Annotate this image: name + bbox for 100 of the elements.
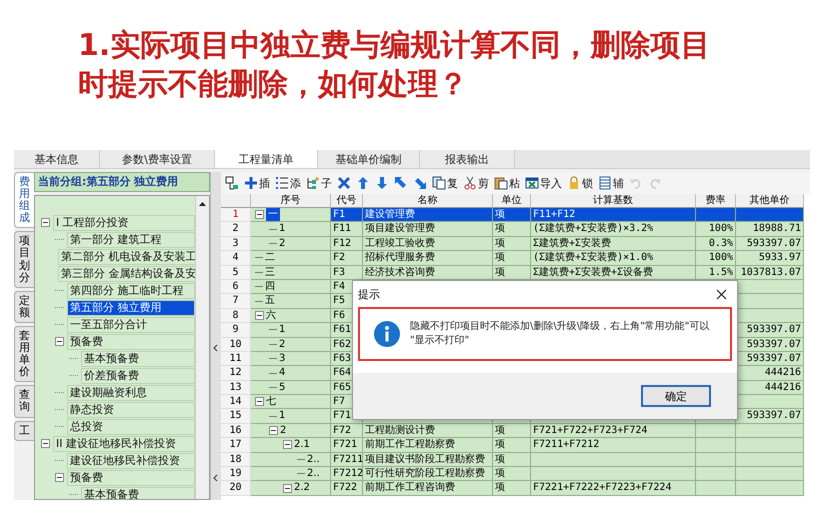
table-cell: F7211 [331, 452, 363, 468]
side-tab[interactable]: 工 [14, 420, 34, 441]
table-cell: F11+F12 [531, 208, 696, 222]
row-number: 16 [221, 424, 251, 438]
table-cell: 前期工作工程勘察费 [363, 438, 493, 453]
table-cell: F7212 [331, 467, 363, 482]
table-cell: F12 [331, 236, 363, 252]
table-cell: 项 [493, 208, 531, 222]
side-tab[interactable]: 费用组成 [14, 172, 34, 228]
table-cell: 2.. [307, 452, 320, 466]
table-cell: 2 [279, 338, 286, 351]
table-cell: 六 [266, 308, 276, 322]
table-cell: 项目建议书阶段工程勘察费 [363, 452, 493, 468]
table-cell: 18988.71 [736, 222, 804, 237]
table-cell: F72 [331, 424, 363, 438]
tree-item[interactable]: 第四部分 施工临时工程 [67, 282, 195, 298]
row-number: 10 [221, 338, 251, 352]
toolbar-button[interactable]: 插 [243, 174, 271, 192]
table-cell: F2 [331, 251, 363, 266]
table-cell: 2 [280, 424, 286, 438]
table-cell: 项 [493, 424, 531, 438]
table-cell: F7221+F7222+F7223+F7224 [531, 481, 696, 496]
tab[interactable]: 报表输出 [420, 150, 515, 168]
tree-item[interactable]: 静态投资 [67, 402, 195, 418]
table-cell: 593397.07 [736, 236, 804, 252]
table-cell: 项 [493, 222, 531, 237]
row-number: 5 [221, 266, 251, 280]
table-cell: 1 [279, 409, 286, 423]
table-cell: (Σ建筑费+Σ安装费)×1.0% [531, 251, 696, 266]
tree-item[interactable]: 一至五部分合计 [67, 316, 195, 332]
row-number: 19 [221, 467, 251, 482]
dialog-message: 隐藏不打印项目时不能添加\删除\升级\降级，右上角"常用功能"可以 "显示不打印" [410, 320, 710, 348]
row-number: 12 [221, 366, 251, 381]
row-number: 13 [221, 380, 251, 396]
table-cell: Σ建筑费+Σ安装费 [531, 236, 696, 252]
tree-item[interactable]: 第一部分 建筑工程 [67, 232, 195, 248]
tab[interactable]: 基本信息 [14, 150, 100, 168]
tree-item[interactable]: 总投资 [67, 418, 195, 434]
tree-item[interactable]: II 建设征地移民补偿投资 [53, 436, 195, 452]
tree-item[interactable]: I 工程部分投资 [53, 214, 195, 230]
tree-item[interactable]: 建设征地移民补偿投资 [67, 452, 195, 468]
table-cell: 4 [279, 366, 286, 380]
toolbar-button[interactable]: 子 [305, 174, 333, 192]
table-cell: 1037813.07 [736, 266, 804, 280]
table-cell: 0.3% [696, 236, 736, 252]
table-cell: 5933.97 [736, 251, 804, 266]
row-number: 3 [221, 236, 251, 252]
row-number: 15 [221, 409, 251, 424]
toolbar-button[interactable]: 锁 [566, 174, 594, 192]
side-tab[interactable]: 套用单价 [14, 326, 34, 382]
group-header: 当前分组:第五部分 独立费用 [34, 172, 210, 192]
ok-button[interactable]: 确定 [641, 385, 711, 407]
row-number: 2 [221, 222, 251, 237]
toolbar-button[interactable]: 导入 [524, 174, 563, 192]
table-cell: 3 [279, 352, 286, 366]
toolbar-button[interactable]: 添 [274, 174, 302, 192]
tree-item[interactable]: 建设期融资利息 [67, 384, 195, 400]
table-cell: 100% [696, 251, 736, 266]
row-number: 7 [221, 294, 251, 309]
table-cell: 四 [265, 280, 275, 294]
table-cell: 100% [696, 222, 736, 237]
tree-item[interactable]: 基本预备费 [81, 350, 195, 366]
table-cell: 2.. [307, 467, 320, 480]
row-number: 8 [221, 308, 251, 324]
row-number: 14 [221, 395, 251, 410]
toolbar-button[interactable]: 粘 [493, 174, 521, 192]
table-cell: 2.2 [294, 481, 310, 495]
row-number: 6 [221, 280, 251, 294]
table-cell: F722 [331, 481, 363, 496]
tree-item[interactable]: 第五部分 独立费用 [67, 300, 195, 316]
row-number: 18 [221, 452, 251, 468]
table-cell: 1 [279, 222, 286, 236]
table-cell: 前期工作工程咨询费 [363, 481, 493, 496]
table-cell: 五 [265, 294, 275, 308]
toolbar-button[interactable]: 辅 [597, 174, 625, 192]
table-cell: 项 [493, 438, 531, 453]
table-cell: 5 [279, 380, 286, 394]
table-cell: 工程竣工验收费 [363, 236, 493, 252]
toolbar-button[interactable]: 剪 [462, 174, 490, 192]
tree-item[interactable]: 价差预备费 [81, 368, 195, 384]
tree-item[interactable]: 基本预备费 [81, 486, 195, 499]
toolbar-button[interactable]: 复 [431, 174, 459, 192]
tab[interactable]: 基础单价编制 [318, 150, 420, 168]
row-number: 17 [221, 438, 251, 453]
row-number: 11 [221, 352, 251, 366]
tree-item[interactable]: 预备费 [67, 334, 195, 350]
table-cell: 项 [493, 452, 531, 468]
table-cell: (Σ建筑费+Σ安装费)×3.2% [531, 222, 696, 237]
tab[interactable]: 工程量清单 [215, 150, 318, 168]
table-cell: F721 [331, 438, 363, 453]
table-cell: 1 [279, 323, 286, 337]
row-number: 20 [221, 481, 251, 496]
tree-item[interactable]: 预备费 [67, 470, 195, 486]
side-tab[interactable]: 查询 [14, 385, 34, 418]
table-cell: 工程勘测设计费 [363, 424, 493, 438]
table-cell: F7211+F7212 [531, 438, 696, 453]
tab[interactable]: 参数\费率设置 [100, 150, 215, 168]
slide-title: 1.实际项目中独立费与编规计算不同，删除项目时提示不能删除，如何处理？ [77, 27, 712, 104]
side-tab[interactable]: 项目划分 [14, 231, 34, 288]
side-tab[interactable]: 定额 [14, 290, 34, 323]
